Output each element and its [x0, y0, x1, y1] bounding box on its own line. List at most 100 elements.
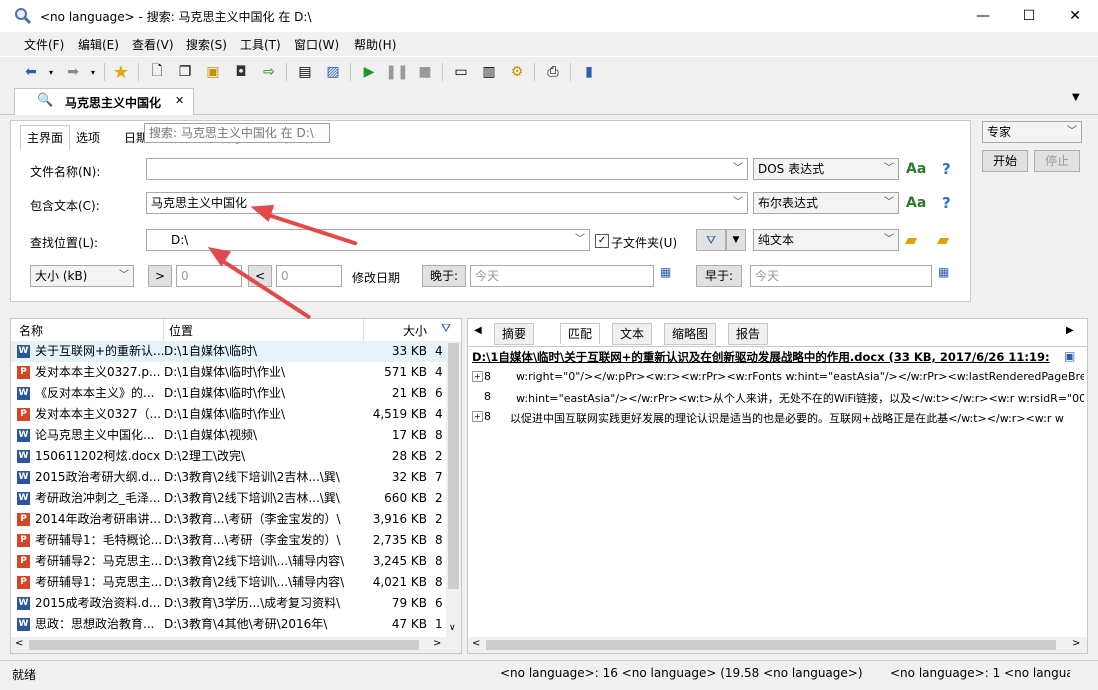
before-date-input[interactable]: 今天 — [750, 265, 932, 287]
tab-matches[interactable]: 匹配 — [560, 323, 601, 344]
tabs-left-icon[interactable]: ◀ — [474, 325, 482, 336]
table-row[interactable]: P 发对本本主义0327（... D:\1自媒体\临时\作业\ 4,519 KB 4 — [11, 404, 451, 425]
book-help-icon[interactable]: ▮ — [578, 61, 600, 83]
list-vertical-scrollbar[interactable]: ∨ — [446, 341, 461, 637]
chevron-down-icon[interactable]: ﹀ — [733, 159, 743, 179]
browse-folder-icon[interactable]: ▰ — [905, 230, 917, 249]
tab-text[interactable]: 文本 — [612, 323, 653, 345]
scroll-left-icon[interactable]: < — [472, 638, 480, 649]
export-icon[interactable]: ⇨ — [258, 61, 280, 83]
favorites-star-icon[interactable]: ★ — [110, 61, 132, 83]
preview-hscroll-thumb[interactable] — [486, 640, 1056, 650]
column-location[interactable]: 位置 — [169, 322, 193, 339]
print-preview-icon[interactable]: ▤ — [294, 61, 316, 83]
play-icon[interactable]: ▶ — [358, 61, 380, 83]
search-document-tab[interactable]: 🔍 马克思主义中国化 ✕ — [14, 88, 194, 115]
forward-dropdown-icon[interactable]: ▾ — [82, 61, 104, 83]
table-row[interactable]: W 考研政治冲刺之_毛泽... D:\3教育\2线下培训\2吉林...\巽\ 660 … — [11, 488, 451, 509]
filter-funnel-icon[interactable]: ⛛ — [696, 229, 726, 251]
menu-file[interactable]: 文件(F) — [24, 36, 64, 53]
profile-select[interactable]: 专家 ﹀ — [982, 121, 1082, 143]
calendar-icon[interactable]: ▦ — [660, 265, 671, 279]
table-row[interactable]: W 论马克思主义中国化... D:\1自媒体\视频\ 17 KB 8 — [11, 425, 451, 446]
match-case-icon[interactable]: Aa — [906, 161, 926, 177]
save-icon[interactable]: ◘ — [230, 61, 252, 83]
after-button[interactable]: 晚于: — [422, 265, 466, 287]
table-row[interactable]: P 2014年政治考研串讲... D:\3教育...\考研（李金宝发的）\ 3,916… — [11, 509, 451, 530]
multi-folder-icon[interactable]: ▰ — [937, 230, 949, 249]
match-case-icon[interactable]: Aa — [906, 195, 926, 211]
list-horizontal-scrollbar[interactable]: < > — [11, 637, 461, 653]
match-line[interactable]: +8 以促进中国互联网实践更好发展的理论认识是适当的也是必要的。互联网+战略正是在… — [472, 409, 1084, 427]
table-row[interactable]: P 考研辅导1：毛特概论... D:\3教育...\考研（李金宝发的）\ 2,735 … — [11, 530, 451, 551]
tab-summary[interactable]: 摘要 — [494, 323, 535, 345]
menu-view[interactable]: 查看(V) — [132, 36, 174, 53]
close-tab-icon[interactable]: ✕ — [175, 94, 184, 107]
table-row[interactable]: W 思政：思想政治教育... D:\3教育\4其他\考研\2016年\ 47 KB 1 — [11, 614, 451, 635]
tab-main[interactable]: 主界面 — [20, 125, 71, 150]
tab-options[interactable]: 选项 — [70, 128, 106, 148]
table-row[interactable]: W 《反对本本主义》的... D:\1自媒体\临时\作业\ 21 KB 6 — [11, 383, 451, 404]
table-row[interactable]: P 发对本本主义0327.p... D:\1自媒体\临时\作业\ 571 KB 4 — [11, 362, 451, 383]
image-doc-icon[interactable]: ▨ — [322, 61, 344, 83]
filter-funnel-icon[interactable]: ⛛ — [441, 321, 451, 336]
new-document-icon[interactable]: 🗋 — [146, 61, 168, 83]
back-dropdown-icon[interactable]: ▾ — [40, 61, 62, 83]
tab-report[interactable]: 报告 — [728, 323, 769, 345]
filter-dropdown-icon[interactable]: ▼ — [726, 229, 746, 251]
menu-edit[interactable]: 编辑(E) — [78, 36, 119, 53]
table-row[interactable]: W 150611202柯炫.docx D:\2理工\改完\ 28 KB 2 — [11, 446, 451, 467]
expand-icon[interactable]: + — [472, 411, 483, 422]
scroll-right-icon[interactable]: > — [433, 638, 441, 649]
preview-horizontal-scrollbar[interactable]: < > — [468, 637, 1087, 653]
tabs-right-icon[interactable]: ▶ — [1066, 325, 1074, 336]
text-mode-select[interactable]: 纯文本 ﹀ — [753, 229, 899, 251]
menu-help[interactable]: 帮助(H) — [354, 36, 396, 53]
layout-1-icon[interactable]: ▭ — [450, 61, 472, 83]
subfolder-checkbox[interactable]: ✓ — [595, 234, 609, 248]
size-unit-select[interactable]: 大小 (kB) ﹀ — [30, 265, 134, 287]
minimize-button[interactable]: — — [960, 0, 1006, 32]
list-hscroll-thumb[interactable] — [29, 640, 419, 650]
content-mode-select[interactable]: 布尔表达式 ﹀ — [753, 192, 899, 214]
greater-than-button[interactable]: > — [148, 265, 172, 287]
start-button[interactable]: 开始 — [982, 150, 1028, 172]
settings-doc-icon[interactable]: ⚙ — [506, 61, 528, 83]
match-line[interactable]: 8 w:hint="eastAsia"/></w:rPr><w:t>从个人来讲，无… — [472, 389, 1084, 407]
calendar-icon[interactable]: ▦ — [938, 265, 949, 279]
match-line[interactable]: +8 w:right="0"/></w:pPr><w:r><w:rPr><w:rF… — [472, 369, 1084, 387]
stop-icon[interactable]: ■ — [414, 61, 436, 83]
word-doc-icon[interactable]: ▣ — [1064, 349, 1075, 363]
stop-button[interactable]: 停止 — [1034, 150, 1080, 172]
menu-window[interactable]: 窗口(W) — [294, 36, 339, 53]
open-folder-icon[interactable]: ▣ — [202, 61, 224, 83]
expand-icon[interactable]: + — [472, 371, 483, 382]
filename-input[interactable]: ﹀ — [146, 158, 748, 180]
help-icon[interactable]: ? — [942, 194, 951, 212]
scroll-right-icon[interactable]: > — [1072, 638, 1080, 649]
table-row[interactable]: W 关于互联网+的重新认... D:\1自媒体\临时\ 33 KB 4 — [11, 341, 451, 362]
chevron-down-icon[interactable]: ﹀ — [733, 193, 743, 213]
table-row[interactable]: P 考研辅导1：马克思主... D:\3教育\2线下培训\...\辅导内容\ 4,02… — [11, 572, 451, 593]
menu-search[interactable]: 搜索(S) — [186, 36, 227, 53]
maximize-button[interactable]: ☐ — [1006, 0, 1052, 32]
chevron-down-icon[interactable]: ﹀ — [575, 230, 585, 250]
tab-overflow-icon[interactable]: ▼ — [1072, 92, 1080, 103]
match-file-path[interactable]: D:\1自媒体\临时\关于互联网+的重新认识及在创新驱动发展战略中的作用.doc… — [472, 349, 1072, 365]
layout-2-icon[interactable]: ▥ — [478, 61, 500, 83]
printer-icon[interactable]: ⎙ — [542, 61, 564, 83]
copy-document-icon[interactable]: ❐ — [174, 61, 196, 83]
tab-thumbnail[interactable]: 缩略图 — [664, 323, 717, 345]
list-scroll-thumb[interactable] — [448, 343, 459, 589]
table-row[interactable]: W 2015成考政治资料.d... D:\3教育\3学历...\成考复习资料\ 79 … — [11, 593, 451, 614]
scroll-down-icon[interactable]: ∨ — [449, 623, 456, 633]
table-row[interactable]: P 考研辅导2：马克思主... D:\3教育\2线下培训\...\辅导内容\ 3,24… — [11, 551, 451, 572]
menu-tools[interactable]: 工具(T) — [240, 36, 281, 53]
content-input[interactable]: 马克思主义中国化 ﹀ — [146, 192, 748, 214]
column-name[interactable]: 名称 — [19, 322, 43, 339]
table-row[interactable]: W 2015政治考研大纲.d... D:\3教育\2线下培训\2吉林...\巽\ 32… — [11, 467, 451, 488]
back-arrow-icon[interactable]: ⬅ — [20, 61, 42, 83]
after-date-input[interactable]: 今天 — [470, 265, 654, 287]
filename-mode-select[interactable]: DOS 表达式 ﹀ — [753, 158, 899, 180]
column-size[interactable]: 大小 — [403, 322, 427, 339]
